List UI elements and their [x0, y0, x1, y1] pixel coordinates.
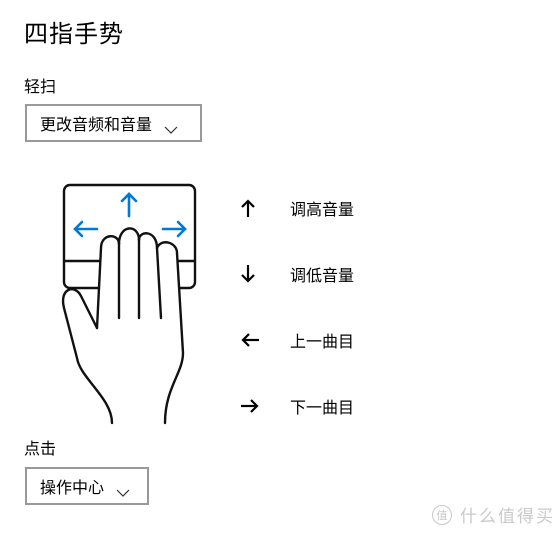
chevron-down-icon — [164, 119, 178, 134]
gesture-row: 下一曲目 — [240, 394, 354, 418]
gesture-label: 调高音量 — [290, 200, 355, 219]
gesture-label: 上一曲目 — [290, 332, 355, 351]
watermark-badge-icon: 值 — [432, 504, 452, 525]
tap-label: 点击 — [24, 439, 57, 458]
swipe-action-dropdown[interactable]: 更改音频和音量 — [25, 104, 202, 142]
gesture-row: 调高音量 — [240, 196, 354, 220]
tap-action-dropdown[interactable]: 操作中心 — [25, 467, 149, 505]
page-title: 四指手势 — [24, 20, 124, 48]
tap-action-value: 操作中心 — [40, 478, 105, 497]
gesture-row: 上一曲目 — [240, 328, 354, 352]
watermark-text: 什么值得买 — [460, 507, 555, 527]
four-finger-touchpad-hand-icon — [55, 178, 205, 432]
swipe-label: 轻扫 — [24, 77, 57, 96]
arrow-left-icon — [240, 332, 290, 348]
gesture-label: 下一曲目 — [290, 398, 355, 417]
arrow-down-icon — [240, 264, 290, 284]
gesture-row: 调低音量 — [240, 262, 354, 286]
watermark: 值 什么值得买 — [432, 502, 555, 527]
gesture-label: 调低音量 — [290, 266, 355, 285]
swipe-action-value: 更改音频和音量 — [40, 115, 153, 134]
chevron-down-icon — [116, 482, 130, 497]
arrow-up-icon — [240, 198, 290, 218]
arrow-right-icon — [240, 398, 290, 414]
